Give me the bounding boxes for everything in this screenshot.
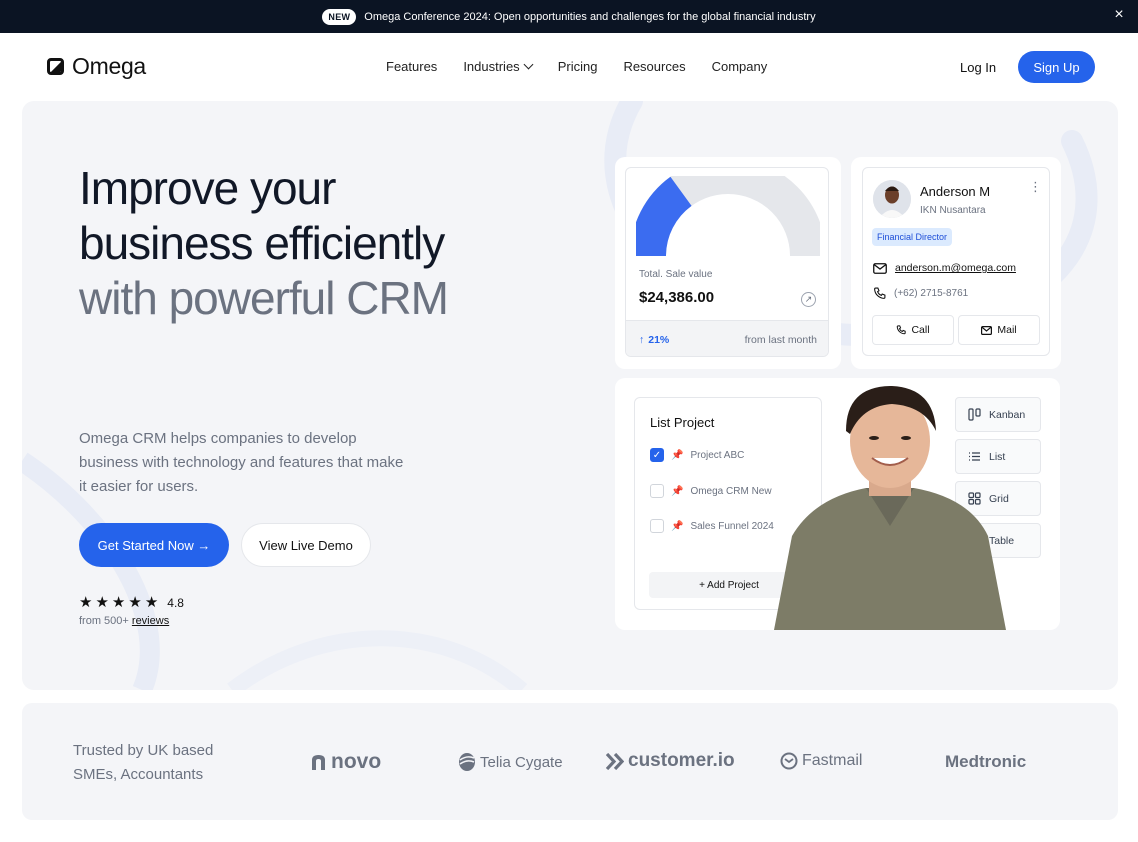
trusted-section: Trusted by UK based SMEs, Accountants no… — [22, 703, 1118, 820]
reviews-prefix: from 500+ — [79, 615, 129, 627]
nav-features[interactable]: Features — [386, 59, 437, 74]
brand-medtronic: Medtronic — [945, 752, 1026, 772]
call-button[interactable]: Call — [872, 315, 954, 345]
brand-customerio: customer.io — [606, 750, 735, 772]
rating-score: 4.8 — [167, 595, 184, 610]
nav-industries-label: Industries — [463, 59, 520, 74]
list-item[interactable]: ✓ 📌 Project ABC — [650, 448, 744, 462]
contact-email[interactable]: anderson.m@omega.com — [895, 262, 1016, 274]
phone-icon — [897, 325, 907, 335]
hero-title-line1: Improve your — [79, 162, 336, 214]
view-demo-button[interactable]: View Live Demo — [241, 523, 371, 567]
hero-title-line3: with powerful CRM — [79, 272, 449, 324]
star-icon: ★ — [111, 594, 126, 611]
contact-card: Anderson M IKN Nusantara ⋮ Financial Dir… — [851, 157, 1061, 369]
sales-card: Total. Sale value $24,386.00 ↗ ↑ 21% from… — [615, 157, 841, 369]
arrow-up-icon: ↑ — [639, 333, 645, 346]
phone-icon — [874, 287, 886, 299]
avatar-illustration — [873, 180, 911, 218]
star-icon: ★ — [95, 594, 109, 611]
call-label: Call — [911, 324, 930, 336]
reviews-line: from 500+ reviews — [79, 615, 169, 627]
growth-indicator: ↑ 21% — [639, 334, 669, 346]
site-header: Omega Features Industries Pricing Resour… — [0, 33, 1138, 101]
chevron-down-icon — [523, 59, 534, 70]
fastmail-logo-icon — [780, 752, 798, 770]
sales-card-inner: Total. Sale value $24,386.00 ↗ ↑ 21% from… — [625, 167, 829, 357]
open-arrow-icon[interactable]: ↗ — [801, 292, 816, 307]
contact-card-inner: Anderson M IKN Nusantara ⋮ Financial Dir… — [862, 167, 1050, 356]
brand-telia-label: Telia Cygate — [480, 753, 563, 771]
hero-title: Improve your business efficiently with p… — [79, 161, 449, 326]
role-badge: Financial Director — [872, 228, 953, 246]
logo-mark-icon — [47, 58, 64, 75]
nav-industries[interactable]: Industries — [463, 59, 534, 74]
customerio-logo-icon — [606, 752, 624, 770]
mail-icon — [873, 262, 887, 274]
checkbox[interactable] — [650, 519, 664, 533]
reviews-link[interactable]: reviews — [132, 615, 169, 627]
nav-resources[interactable]: Resources — [623, 59, 685, 74]
star-icon: ★ — [128, 594, 142, 611]
brand-telia: Telia Cygate — [458, 752, 563, 772]
contact-name: Anderson M — [920, 184, 991, 199]
get-started-button[interactable]: Get Started Now → — [79, 523, 229, 567]
logo[interactable]: Omega — [47, 53, 146, 80]
contact-phone: (+62) 2715-8761 — [894, 288, 969, 299]
avatar — [873, 180, 911, 218]
brand-name: Omega — [72, 53, 146, 79]
growth-value: 21% — [648, 333, 670, 346]
pin-icon: 📌 — [671, 485, 684, 497]
mail-label: Mail — [997, 324, 1017, 336]
login-link[interactable]: Log In — [960, 60, 996, 75]
nav-pricing[interactable]: Pricing — [558, 59, 598, 74]
sales-gauge — [636, 176, 820, 257]
brand-medtronic-label: Medtronic — [945, 752, 1027, 771]
project-list-title: List Project — [650, 415, 715, 430]
checkbox[interactable] — [650, 484, 664, 498]
brand-novo-label: novo — [331, 750, 382, 773]
contact-org: IKN Nusantara — [920, 205, 986, 216]
sale-value: $24,386.00 — [639, 289, 715, 306]
announcement-text[interactable]: Omega Conference 2024: Open opportunitie… — [364, 11, 815, 23]
announcement-bar: NEW Omega Conference 2024: Open opportun… — [0, 0, 1138, 33]
project-name: Project ABC — [690, 449, 745, 461]
pin-icon: 📌 — [671, 520, 684, 532]
brand-customerio-label: customer.io — [628, 750, 735, 771]
contact-email-row: anderson.m@omega.com — [873, 262, 1016, 274]
checkbox-checked[interactable]: ✓ — [650, 448, 664, 462]
list-item[interactable]: 📌 Omega CRM New — [650, 484, 772, 498]
novo-logo-icon — [312, 755, 325, 770]
close-icon[interactable]: × — [1112, 7, 1126, 23]
sale-footer: ↑ 21% from last month — [626, 320, 828, 356]
hero-section: Improve your business efficiently with p… — [22, 101, 1118, 690]
hero-lead: Omega CRM helps companies to develop bus… — [79, 430, 404, 495]
pin-icon: 📌 — [671, 449, 684, 461]
new-badge: NEW — [322, 8, 357, 25]
mail-icon — [981, 325, 993, 335]
nav-company[interactable]: Company — [712, 59, 768, 74]
project-name: Sales Funnel 2024 — [690, 520, 774, 532]
project-name: Omega CRM New — [690, 485, 772, 497]
star-icon: ★ — [79, 594, 93, 611]
mail-button[interactable]: Mail — [958, 315, 1040, 345]
person-photo — [774, 386, 1006, 630]
trusted-text: Trusted by UK based SMEs, Accountants — [73, 742, 214, 783]
more-options-icon[interactable]: ⋮ — [1029, 180, 1042, 193]
brand-novo: novo — [310, 750, 381, 774]
sale-label: Total. Sale value — [639, 269, 713, 280]
brand-fastmail: Fastmail — [780, 752, 862, 770]
rating: ★ ★ ★ ★ ★ 4.8 — [79, 595, 184, 610]
growth-note: from last month — [744, 333, 817, 346]
signup-button[interactable]: Sign Up — [1018, 51, 1095, 83]
hero-title-line2: business efficiently — [79, 217, 445, 269]
telia-logo-icon — [459, 753, 475, 771]
list-item[interactable]: 📌 Sales Funnel 2024 — [650, 519, 774, 533]
contact-phone-row: (+62) 2715-8761 — [873, 287, 968, 300]
brand-fastmail-label: Fastmail — [802, 752, 863, 769]
star-icon: ★ — [144, 594, 159, 611]
main-nav: Features Industries Pricing Resources Co… — [386, 59, 767, 74]
